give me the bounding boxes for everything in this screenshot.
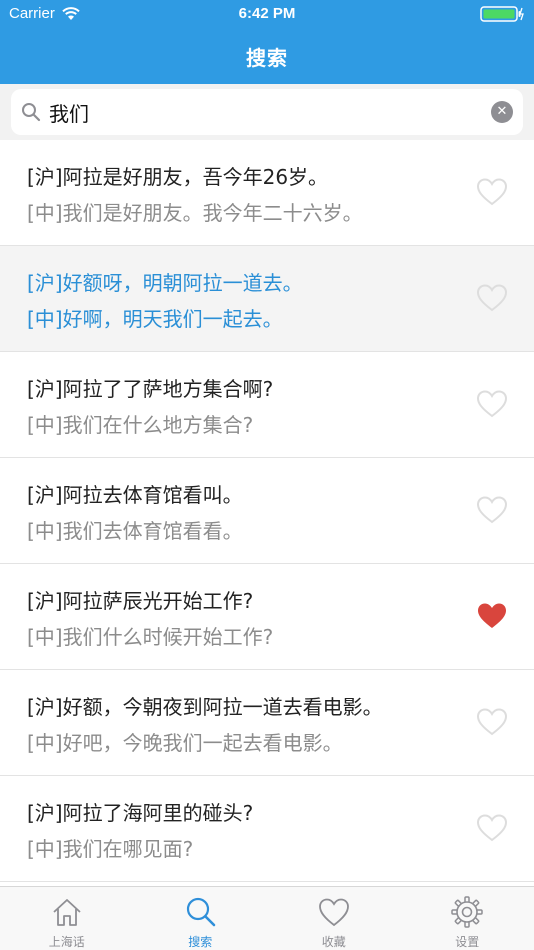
tab-home[interactable]: 上海话 xyxy=(0,887,134,950)
search-box[interactable]: ✕ xyxy=(11,89,523,135)
tab-label: 收藏 xyxy=(321,935,346,949)
tab-label: 搜索 xyxy=(188,935,213,949)
tab-label: 设置 xyxy=(455,935,480,949)
page-title: 搜索 xyxy=(246,46,288,70)
list-item[interactable]: [沪]阿拉了了萨地方集合啊? [中]我们在什么地方集合? xyxy=(0,352,534,458)
list-item[interactable]: [沪]好额呀，明朝阿拉一道去。 [中]好啊，明天我们一起去。 xyxy=(0,246,534,352)
favorite-heart-icon[interactable] xyxy=(476,495,508,525)
battery-charging-icon xyxy=(480,6,524,22)
shanghainese-text: [沪]好额呀，明朝阿拉一道去。 xyxy=(27,271,303,295)
list-item[interactable]: [沪]阿拉是好朋友，吾今年26岁。 [中]我们是好朋友。我今年二十六岁。 xyxy=(0,140,534,246)
mandarin-text: [中]我们去体育馆看看。 xyxy=(27,519,243,543)
list-item[interactable]: [沪]阿拉了海阿里的碰头? [中]我们在哪见面? xyxy=(0,776,534,882)
shanghainese-text: [沪]好额，今朝夜到阿拉一道去看电影。 xyxy=(27,695,383,719)
home-icon xyxy=(53,899,81,926)
search-bar: ✕ xyxy=(0,84,534,140)
heart-icon xyxy=(318,898,349,927)
status-time: 6:42 PM xyxy=(238,5,296,22)
mandarin-text: [中]我们是好朋友。我今年二十六岁。 xyxy=(27,201,363,225)
navigation-header: Carrier 6:42 PM 搜索 xyxy=(0,0,534,84)
favorite-heart-icon[interactable] xyxy=(476,283,508,313)
shanghainese-text: [沪]阿拉是好朋友，吾今年26岁。 xyxy=(27,165,329,189)
favorite-heart-icon[interactable] xyxy=(476,707,508,737)
tab-heart[interactable]: 收藏 xyxy=(267,887,401,950)
results-list: [沪]阿拉是好朋友，吾今年26岁。 [中]我们是好朋友。我今年二十六岁。 [沪]好额… xyxy=(0,140,534,886)
tab-search[interactable]: 搜索 xyxy=(134,887,268,950)
clear-search-icon[interactable]: ✕ xyxy=(491,101,513,123)
list-item[interactable]: [沪]阿拉萨辰光开始工作? [中]我们什么时候开始工作? xyxy=(0,564,534,670)
shanghainese-text: [沪]阿拉了海阿里的碰头? xyxy=(27,801,254,825)
gear-icon xyxy=(451,896,483,928)
tab-label: 上海话 xyxy=(48,935,85,949)
favorite-filled-heart-icon[interactable] xyxy=(476,601,508,631)
list-item[interactable]: [沪]阿拉去体育馆看叫。 [中]我们去体育馆看看。 xyxy=(0,458,534,564)
favorite-heart-icon[interactable] xyxy=(476,389,508,419)
search-input[interactable] xyxy=(49,89,489,135)
tab-gear[interactable]: 设置 xyxy=(401,887,534,950)
favorite-heart-icon[interactable] xyxy=(476,813,508,843)
mandarin-text: [中]好吧，今晚我们一起去看电影。 xyxy=(27,731,343,755)
shanghainese-text: [沪]阿拉去体育馆看叫。 xyxy=(27,483,243,507)
search-icon xyxy=(22,103,41,122)
mandarin-text: [中]我们在什么地方集合? xyxy=(27,413,254,437)
mandarin-text: [中]我们在哪见面? xyxy=(27,837,194,861)
mandarin-text: [中]好啊，明天我们一起去。 xyxy=(27,307,283,331)
tab-bar: 上海话 搜索 收藏 设置 xyxy=(0,886,534,950)
shanghainese-text: [沪]阿拉萨辰光开始工作? xyxy=(27,589,254,613)
search-icon xyxy=(187,897,216,927)
status-bar: Carrier 6:42 PM xyxy=(0,0,534,30)
shanghainese-text: [沪]阿拉了了萨地方集合啊? xyxy=(27,377,274,401)
favorite-heart-icon[interactable] xyxy=(476,177,508,207)
list-item[interactable]: [沪]好额，今朝夜到阿拉一道去看电影。 [中]好吧，今晚我们一起去看电影。 xyxy=(0,670,534,776)
mandarin-text: [中]我们什么时候开始工作? xyxy=(27,625,274,649)
